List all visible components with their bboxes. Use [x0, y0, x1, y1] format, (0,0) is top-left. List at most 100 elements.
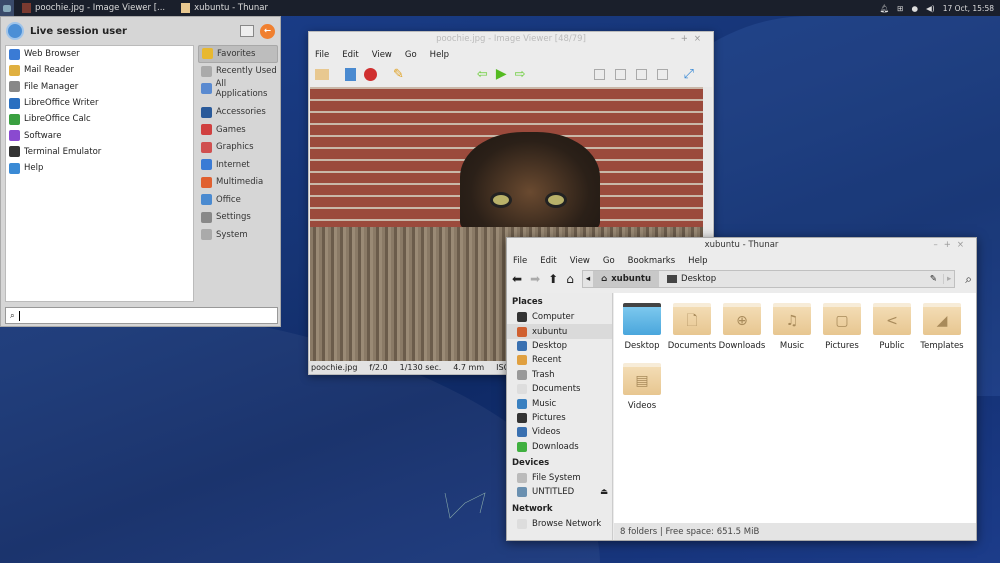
- app-label: Help: [24, 163, 44, 174]
- home-icon[interactable]: ⌂: [566, 272, 574, 286]
- eject-icon[interactable]: ⏏: [600, 487, 612, 497]
- file-item[interactable]: ▢ Pictures: [817, 303, 867, 351]
- menu-item[interactable]: Go: [603, 256, 615, 266]
- up-icon[interactable]: ⬆: [548, 272, 558, 286]
- next-icon[interactable]: ⇨: [515, 67, 526, 82]
- sidebar-item[interactable]: Pictures: [507, 411, 612, 425]
- scroll-right-icon[interactable]: ▸: [942, 274, 954, 284]
- file-item[interactable]: < Public: [867, 303, 917, 351]
- browse-network-icon: [517, 518, 527, 529]
- sidebar-section-header: Network: [512, 503, 553, 514]
- category-item[interactable]: Graphics: [198, 139, 278, 157]
- app-label: Mail Reader: [24, 65, 75, 76]
- zoom-fit-icon[interactable]: [635, 68, 647, 80]
- network-icon[interactable]: ⊞: [897, 4, 903, 13]
- app-label: Software: [24, 130, 62, 141]
- sidebar-item[interactable]: Recent: [507, 353, 612, 367]
- volume-icon[interactable]: ◀): [926, 4, 935, 13]
- delete-icon[interactable]: [364, 67, 377, 81]
- taskbar-item-thunar[interactable]: xubuntu - Thunar: [173, 0, 276, 16]
- category-item[interactable]: All Applications: [198, 79, 278, 99]
- menu-item[interactable]: Edit: [342, 50, 358, 60]
- whisker-menu-button[interactable]: [0, 0, 14, 16]
- bell-icon[interactable]: 🔔︎: [880, 4, 890, 13]
- menu-item[interactable]: Help: [430, 50, 449, 60]
- previous-icon[interactable]: ⇦: [477, 67, 488, 82]
- search-icon[interactable]: ⌕: [965, 272, 976, 287]
- file-item[interactable]: Desktop: [617, 303, 667, 351]
- menu-item[interactable]: View: [570, 256, 590, 266]
- sidebar-item[interactable]: Music: [507, 396, 612, 410]
- scroll-left-icon[interactable]: ◂: [583, 274, 593, 284]
- play-icon[interactable]: ▶: [496, 66, 507, 82]
- app-item[interactable]: File Manager: [6, 79, 193, 95]
- category-item[interactable]: System: [198, 226, 278, 244]
- status-field: poochie.jpg: [311, 363, 358, 372]
- zoom-out-icon[interactable]: [614, 68, 626, 80]
- file-item[interactable]: ◢ Templates: [917, 303, 967, 351]
- open-icon[interactable]: [315, 68, 329, 80]
- sidebar-item[interactable]: Downloads: [507, 440, 612, 454]
- app-item[interactable]: Mail Reader: [6, 62, 193, 78]
- sidebar-item[interactable]: UNTITLED ⏏: [507, 485, 612, 499]
- sidebar-item[interactable]: Documents: [507, 382, 612, 396]
- file-item[interactable]: ▤ Videos: [617, 363, 667, 411]
- category-item[interactable]: Office: [198, 191, 278, 209]
- category-item[interactable]: Settings: [198, 209, 278, 227]
- menu-item[interactable]: View: [372, 50, 392, 60]
- file-item[interactable]: 🗋 Documents: [667, 303, 717, 351]
- zoom-100-icon[interactable]: [656, 68, 668, 80]
- sidebar-item[interactable]: File System: [507, 471, 612, 485]
- clock[interactable]: 17 Oct, 15:58: [943, 4, 994, 13]
- app-item[interactable]: Web Browser: [6, 46, 193, 62]
- sidebar-item[interactable]: Computer: [507, 310, 612, 324]
- edit-location-icon[interactable]: ✎: [924, 274, 943, 284]
- crumb-label: xubuntu: [611, 274, 652, 284]
- category-item[interactable]: Games: [198, 121, 278, 139]
- sidebar-item-label: Trash: [532, 369, 555, 380]
- edit-icon[interactable]: ✎: [393, 67, 404, 82]
- search-input[interactable]: ⌕: [5, 307, 278, 324]
- category-item[interactable]: Internet: [198, 156, 278, 174]
- path-button-desktop[interactable]: Desktop: [659, 271, 724, 287]
- fullscreen-icon[interactable]: ⤢: [684, 67, 694, 82]
- toolbar: ✎ ⇦ ▶ ⇨ ⤢: [309, 62, 713, 86]
- window-controls[interactable]: –+×: [671, 32, 708, 47]
- sidebar-item[interactable]: xubuntu: [507, 324, 612, 339]
- app-item[interactable]: Help: [6, 160, 193, 176]
- category-item[interactable]: Multimedia: [198, 174, 278, 192]
- menu-item[interactable]: Bookmarks: [628, 256, 676, 266]
- statusbar: 8 folders | Free space: 651.5 MiB: [614, 523, 976, 540]
- settings-icon[interactable]: [240, 25, 254, 37]
- back-icon[interactable]: ⬅: [512, 272, 522, 286]
- sidebar-item[interactable]: Videos: [507, 425, 612, 439]
- sidebar-item-label: Recent: [532, 355, 562, 366]
- sidebar-item-label: UNTITLED: [532, 487, 575, 498]
- sidebar-item[interactable]: Trash: [507, 368, 612, 382]
- logout-icon[interactable]: ←: [260, 23, 275, 39]
- menu-item[interactable]: File: [513, 256, 527, 266]
- sidebar-item[interactable]: Desktop: [507, 339, 612, 353]
- save-icon[interactable]: [345, 67, 356, 81]
- forward-icon[interactable]: ➡: [530, 272, 540, 286]
- category-item[interactable]: Recently Used: [198, 63, 278, 81]
- taskbar-item-image-viewer[interactable]: poochie.jpg - Image Viewer [...: [14, 0, 173, 16]
- menu-item[interactable]: Edit: [540, 256, 556, 266]
- update-icon[interactable]: ●: [911, 4, 918, 13]
- zoom-in-icon[interactable]: [593, 68, 605, 80]
- search-icon: ⌕: [10, 310, 15, 321]
- sidebar-item[interactable]: Browse Network: [507, 517, 612, 531]
- file-item[interactable]: ♫ Music: [767, 303, 817, 351]
- app-item[interactable]: LibreOffice Calc: [6, 111, 193, 127]
- menu-item[interactable]: Go: [405, 50, 417, 60]
- path-button-home[interactable]: ⌂ xubuntu: [593, 271, 660, 287]
- category-item[interactable]: Accessories: [198, 104, 278, 122]
- file-item[interactable]: ⊕ Downloads: [717, 303, 767, 351]
- category-item[interactable]: Favorites: [198, 45, 278, 63]
- app-item[interactable]: Software: [6, 127, 193, 143]
- window-controls[interactable]: –+×: [934, 238, 971, 253]
- app-item[interactable]: LibreOffice Writer: [6, 95, 193, 111]
- menu-item[interactable]: Help: [688, 256, 707, 266]
- app-item[interactable]: Terminal Emulator: [6, 144, 193, 160]
- menu-item[interactable]: File: [315, 50, 329, 60]
